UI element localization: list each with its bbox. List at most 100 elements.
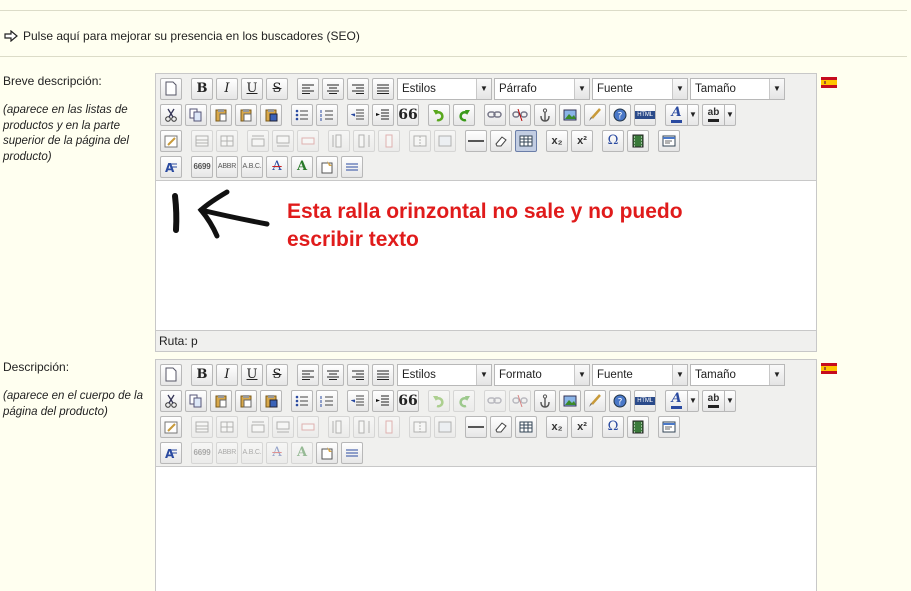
highlight-color-split[interactable]: ab ▼ bbox=[702, 103, 736, 126]
attribs-button[interactable] bbox=[316, 155, 338, 178]
cite-button[interactable]: 6699 bbox=[191, 441, 213, 464]
table-cell-props-button[interactable] bbox=[216, 415, 238, 438]
table-cell-props-button[interactable] bbox=[216, 129, 238, 152]
new-document-button[interactable] bbox=[160, 363, 182, 386]
bullet-list-button[interactable] bbox=[291, 103, 313, 126]
cut-button[interactable] bbox=[160, 389, 182, 412]
numbered-list-button[interactable] bbox=[316, 389, 338, 412]
copy-button[interactable] bbox=[185, 389, 207, 412]
underline-button[interactable]: U bbox=[241, 77, 263, 100]
insert-text-button[interactable]: A bbox=[291, 155, 313, 178]
insert-row-before-button[interactable] bbox=[247, 415, 269, 438]
cleanup-button[interactable] bbox=[584, 389, 606, 412]
visual-aid-button[interactable] bbox=[160, 129, 182, 152]
merge-cells-button[interactable] bbox=[434, 415, 456, 438]
insert-row-after-button[interactable] bbox=[272, 415, 294, 438]
paste-word-button[interactable] bbox=[260, 389, 282, 412]
cut-button[interactable] bbox=[160, 103, 182, 126]
insert-text-button[interactable]: A bbox=[291, 441, 313, 464]
align-justify-button[interactable] bbox=[372, 77, 394, 100]
align-left-button[interactable] bbox=[297, 363, 319, 386]
align-left-button[interactable] bbox=[297, 77, 319, 100]
visual-chars-button[interactable] bbox=[341, 155, 363, 178]
highlight-color-button[interactable]: ab bbox=[702, 103, 724, 126]
image-button[interactable] bbox=[559, 389, 581, 412]
text-color-split[interactable]: A ▼ bbox=[665, 103, 699, 126]
styles-select[interactable]: Estilos ▼ bbox=[397, 363, 492, 386]
format-select[interactable]: Párrafo ▼ bbox=[494, 77, 590, 100]
strikethrough-button[interactable]: S bbox=[266, 363, 288, 386]
media-button[interactable] bbox=[627, 129, 649, 152]
indent-button[interactable] bbox=[372, 103, 394, 126]
align-justify-button[interactable] bbox=[372, 363, 394, 386]
spain-flag-icon[interactable] bbox=[821, 363, 837, 374]
delete-col-button[interactable] bbox=[378, 415, 400, 438]
delete-row-button[interactable] bbox=[297, 129, 319, 152]
insert-col-after-button[interactable] bbox=[353, 415, 375, 438]
cite-button[interactable]: 6699 bbox=[191, 155, 213, 178]
seo-link[interactable]: Pulse aquí para mejorar su presencia en … bbox=[4, 28, 360, 44]
insert-table-button[interactable] bbox=[515, 129, 537, 152]
font-select[interactable]: Fuente ▼ bbox=[592, 77, 688, 100]
delete-text-button[interactable]: A bbox=[266, 155, 288, 178]
insert-table-button[interactable] bbox=[515, 415, 537, 438]
blockquote-button[interactable]: 66 bbox=[397, 389, 419, 412]
align-right-button[interactable] bbox=[347, 77, 369, 100]
merge-cells-button[interactable] bbox=[434, 129, 456, 152]
blockquote-button[interactable]: 66 bbox=[397, 103, 419, 126]
italic-button[interactable]: I bbox=[216, 77, 238, 100]
outdent-button[interactable] bbox=[347, 103, 369, 126]
abbr-button[interactable]: ABBR bbox=[216, 155, 238, 178]
align-center-button[interactable] bbox=[322, 77, 344, 100]
horizontal-rule-button[interactable] bbox=[465, 129, 487, 152]
insert-col-before-button[interactable] bbox=[328, 129, 350, 152]
fullscreen-button[interactable] bbox=[658, 129, 680, 152]
subscript-button[interactable]: x₂ bbox=[546, 415, 568, 438]
special-char-button[interactable]: Ω bbox=[602, 129, 624, 152]
table-row-props-button[interactable] bbox=[191, 129, 213, 152]
attribs-button[interactable] bbox=[316, 441, 338, 464]
html-source-button[interactable]: HTML bbox=[634, 389, 656, 412]
insert-row-before-button[interactable] bbox=[247, 129, 269, 152]
superscript-button[interactable]: x² bbox=[571, 415, 593, 438]
paste-word-button[interactable] bbox=[260, 103, 282, 126]
chevron-down-icon[interactable]: ▼ bbox=[724, 389, 736, 412]
insert-row-after-button[interactable] bbox=[272, 129, 294, 152]
bold-button[interactable]: B bbox=[191, 77, 213, 100]
help-button[interactable]: ? bbox=[609, 389, 631, 412]
text-color-button[interactable]: A bbox=[665, 389, 687, 412]
indent-button[interactable] bbox=[372, 389, 394, 412]
remove-format-button[interactable] bbox=[490, 129, 512, 152]
underline-button[interactable]: U bbox=[241, 363, 263, 386]
redo-button[interactable] bbox=[453, 389, 475, 412]
italic-button[interactable]: I bbox=[216, 363, 238, 386]
delete-text-button[interactable]: A bbox=[266, 441, 288, 464]
outdent-button[interactable] bbox=[347, 389, 369, 412]
format-select[interactable]: Formato ▼ bbox=[494, 363, 590, 386]
text-color-button[interactable]: A bbox=[665, 103, 687, 126]
superscript-button[interactable]: x² bbox=[571, 129, 593, 152]
anchor-button[interactable] bbox=[534, 389, 556, 412]
highlight-color-split[interactable]: ab ▼ bbox=[702, 389, 736, 412]
bullet-list-button[interactable] bbox=[291, 389, 313, 412]
numbered-list-button[interactable] bbox=[316, 103, 338, 126]
link-button[interactable] bbox=[484, 103, 506, 126]
size-select[interactable]: Tamaño ▼ bbox=[690, 363, 785, 386]
size-select[interactable]: Tamaño ▼ bbox=[690, 77, 785, 100]
description-content[interactable] bbox=[156, 466, 816, 591]
subscript-button[interactable]: x₂ bbox=[546, 129, 568, 152]
spain-flag-icon[interactable] bbox=[821, 77, 837, 88]
redo-button[interactable] bbox=[453, 103, 475, 126]
help-button[interactable]: ? bbox=[609, 103, 631, 126]
chevron-down-icon[interactable]: ▼ bbox=[687, 103, 699, 126]
chevron-down-icon[interactable]: ▼ bbox=[724, 103, 736, 126]
undo-button[interactable] bbox=[428, 103, 450, 126]
acronym-button[interactable]: A.B.C. bbox=[241, 441, 263, 464]
styleprops-button[interactable]: A bbox=[160, 441, 182, 464]
anchor-button[interactable] bbox=[534, 103, 556, 126]
font-select[interactable]: Fuente ▼ bbox=[592, 363, 688, 386]
delete-row-button[interactable] bbox=[297, 415, 319, 438]
unlink-button[interactable] bbox=[509, 103, 531, 126]
delete-col-button[interactable] bbox=[378, 129, 400, 152]
chevron-down-icon[interactable]: ▼ bbox=[687, 389, 699, 412]
